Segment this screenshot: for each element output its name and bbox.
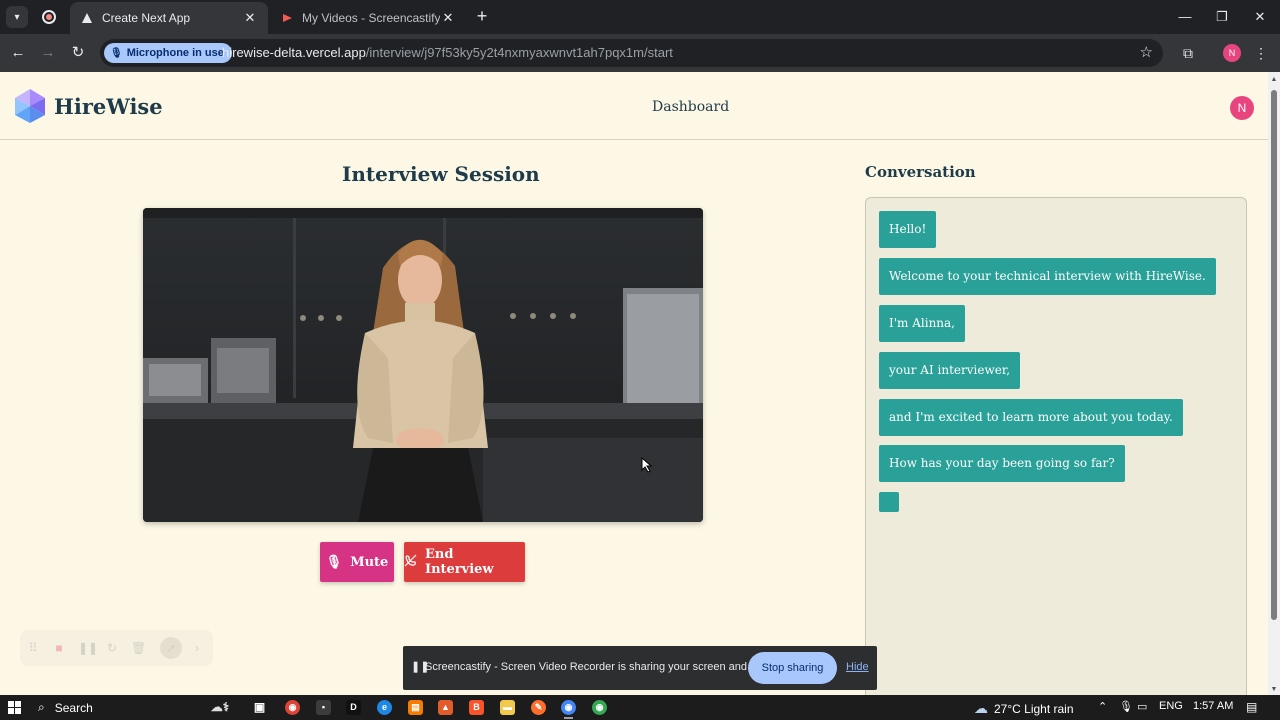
hirewise-logo-icon[interactable] (12, 88, 48, 124)
tray-chevron-icon[interactable]: ⌃ (1098, 700, 1107, 713)
clock[interactable]: 1:57 AM (1193, 700, 1233, 712)
stop-sharing-button[interactable]: Stop sharing (748, 652, 837, 684)
brave-app-icon[interactable]: B (469, 700, 484, 715)
address-bar[interactable]: 🎙 Microphone in use hirewise-delta.verce… (100, 39, 1163, 67)
taskbar-search[interactable]: ⌕ Search (38, 699, 93, 716)
browser-menu-kebab-icon[interactable]: ⋮ (1250, 42, 1272, 64)
chrome-profile-app-icon[interactable]: ◉ (592, 700, 607, 715)
url-host: hirewise-delta.vercel.app (222, 45, 366, 60)
notifications-icon[interactable]: ▤ (1246, 700, 1257, 714)
screencastify-favicon-icon (280, 11, 294, 25)
browser-tab-strip: ▾ Create Next App ✕ My Videos - Screenca… (0, 0, 1280, 34)
chat-message: Hello! (879, 211, 937, 248)
share-message: Screencastify - Screen Video Recorder is… (425, 661, 781, 673)
reload-icon[interactable]: ↻ (67, 42, 89, 64)
scroll-down-arrow-icon[interactable]: ▼ (1270, 686, 1278, 693)
app-icon[interactable]: ▪ (316, 700, 331, 715)
edge-app-icon[interactable]: e (377, 700, 392, 715)
rain-cloud-icon: ☁ (974, 700, 988, 716)
chat-message: I'm Alinna, (879, 305, 965, 342)
tab-title: My Videos - Screencastify (302, 11, 440, 25)
scroll-up-arrow-icon[interactable]: ▲ (1270, 76, 1278, 83)
tab-create-next-app[interactable]: Create Next App ✕ (70, 2, 268, 34)
restart-icon[interactable]: ↻ (105, 641, 119, 655)
web-page: HireWise Dashboard N Interview Session 🎙… (0, 72, 1268, 695)
task-view-icon[interactable]: ▣ (252, 700, 267, 715)
typing-indicator-bubble (879, 492, 899, 512)
mute-button-label: Mute (350, 554, 389, 570)
restore-icon[interactable]: ❐ (1207, 6, 1237, 28)
interviewer-video (143, 208, 703, 522)
end-interview-label: End Interview (425, 547, 494, 577)
minimize-icon[interactable]: — (1170, 6, 1200, 28)
file-explorer-icon[interactable]: ▬ (500, 700, 515, 715)
hide-link[interactable]: Hide (846, 661, 869, 673)
extensions-puzzle-icon[interactable]: ⧉ (1177, 42, 1199, 64)
search-icon: ⌕ (38, 700, 45, 714)
cursor-highlight-icon[interactable]: ➚ (160, 637, 182, 659)
microphone-tray-icon[interactable]: 🎙 (1119, 700, 1133, 713)
url-text[interactable]: hirewise-delta.vercel.app/interview/j97f… (222, 45, 673, 60)
chat-message: How has your day been going so far? (879, 445, 1125, 482)
chrome-active-app-icon[interactable]: ◉ (561, 700, 576, 719)
url-path: /interview/j97f53ky5y2t4nxmyaxwnvt1ah7pq… (365, 45, 673, 60)
windows-taskbar: ⌕ Search ☁⚕ ▣ ◉ ▪ D e ▤ ▲ B ▬ ✎ ◉ ◉ ☁ 27… (0, 695, 1280, 720)
microphone-icon: 🎙 (110, 47, 123, 59)
page-title: Interview Session (342, 162, 540, 186)
browser-toolbar: ← → ↻ 🎙 Microphone in use hirewise-delta… (0, 34, 1280, 72)
browser-profile-avatar[interactable]: N (1223, 44, 1241, 62)
fire-app-icon[interactable]: ▲ (438, 700, 453, 715)
nextjs-favicon-icon (80, 11, 94, 25)
chat-message: your AI interviewer, (879, 352, 1021, 389)
chat-message: and I'm excited to learn more about you … (879, 399, 1183, 436)
phone-off-icon (404, 554, 417, 571)
site-header: HireWise Dashboard N (0, 72, 1268, 140)
microphone-icon: 🎙 (325, 554, 343, 570)
pause-icon[interactable]: ❚❚ (78, 641, 98, 655)
tab-my-videos[interactable]: My Videos - Screencastify ✕ (270, 2, 466, 34)
brand-name[interactable]: HireWise (54, 94, 163, 119)
drag-handle-icon[interactable]: ⠿ (26, 641, 40, 655)
mute-button[interactable]: 🎙 Mute (320, 542, 394, 582)
ai-interviewer-avatar-video-frame (143, 208, 703, 522)
bookmark-star-icon[interactable]: ☆ (1140, 43, 1153, 61)
user-avatar[interactable]: N (1230, 96, 1254, 120)
nav-dashboard-link[interactable]: Dashboard (652, 99, 729, 115)
mic-chip-label: Microphone in use (126, 47, 224, 59)
office-app-icon[interactable]: ▤ (408, 700, 423, 715)
close-tab-icon[interactable]: ✕ (440, 10, 456, 26)
windows-start-icon[interactable] (8, 701, 21, 714)
stop-recording-icon[interactable]: ■ (52, 641, 66, 655)
new-tab-plus-icon[interactable]: + (472, 6, 492, 26)
conversation-panel[interactable]: Hello! Welcome to your technical intervi… (865, 197, 1247, 695)
forward-arrow-icon[interactable]: → (37, 42, 59, 64)
screen-share-notification: ❚❚ Screencastify - Screen Video Recorder… (403, 646, 877, 690)
copilot-widget-icon[interactable]: ☁⚕ (198, 700, 242, 715)
taskbar-search-label: Search (54, 700, 93, 715)
delete-icon[interactable]: 🗑 (131, 641, 146, 655)
postman-app-icon[interactable]: ✎ (531, 700, 546, 715)
microphone-in-use-chip[interactable]: 🎙 Microphone in use (104, 43, 232, 63)
window-close-icon[interactable]: ✕ (1245, 6, 1275, 28)
scrollbar-thumb[interactable] (1271, 90, 1277, 620)
chat-message: Welcome to your technical interview with… (879, 258, 1216, 295)
conversation-title: Conversation (865, 163, 976, 181)
d-app-icon[interactable]: D (346, 700, 361, 715)
screencastify-control-widget: ⠿ ■ ❚❚ ↻ 🗑 ➚ › (20, 630, 213, 666)
recording-indicator-icon (42, 10, 56, 24)
language-indicator[interactable]: ENG (1159, 700, 1183, 712)
tab-title: Create Next App (102, 11, 191, 25)
close-tab-icon[interactable]: ✕ (242, 10, 258, 26)
chrome-app-icon[interactable]: ◉ (285, 700, 300, 715)
back-arrow-icon[interactable]: ← (7, 42, 29, 64)
weather-text: 27°C Light rain (994, 701, 1074, 716)
page-scrollbar[interactable]: ▲ ▼ (1268, 72, 1280, 695)
weather-widget[interactable]: ☁ 27°C Light rain (974, 700, 1074, 717)
tab-search-button[interactable]: ▾ (6, 6, 28, 28)
mouse-cursor-icon (641, 457, 653, 473)
battery-icon[interactable]: ▭ (1137, 700, 1147, 713)
end-interview-button[interactable]: End Interview (404, 542, 525, 582)
expand-chevron-icon[interactable]: › (190, 641, 204, 655)
